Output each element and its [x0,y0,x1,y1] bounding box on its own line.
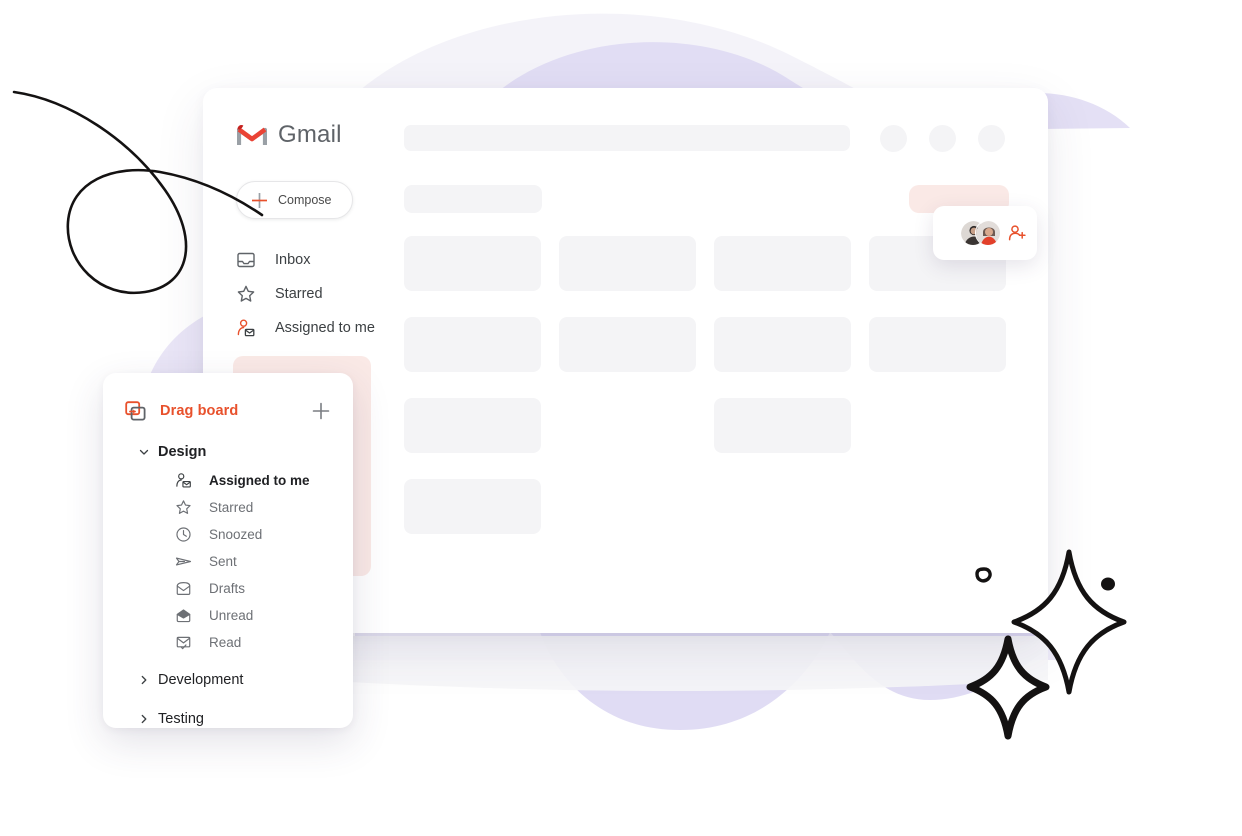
card-placeholder [404,317,541,372]
gmail-m-logo-icon [237,124,267,145]
hand-drawn-sparkle-icon [966,635,1050,740]
card-placeholder [869,317,1006,372]
item-label: Drafts [209,581,246,596]
search-bar-placeholder [404,125,850,151]
drag-board-group-development[interactable]: Development [103,665,353,695]
illustration-canvas: Gmail Compose Inbox Starred Assigned to … [0,0,1242,836]
drag-board-item-sent[interactable]: Sent [103,548,353,575]
card-placeholder [404,236,541,291]
person-envelope-icon [237,319,255,337]
drag-board-item-starred[interactable]: Starred [103,494,353,521]
toolbar-icon-placeholder [880,125,907,152]
toolbar-icon-placeholder [929,125,956,152]
sidebar-item-label: Assigned to me [275,320,375,336]
compose-label: Compose [278,193,332,207]
card-placeholder [404,398,541,453]
item-label: Starred [209,500,254,515]
compose-button[interactable]: Compose [236,181,353,219]
sidebar-item-label: Starred [275,286,323,302]
drag-board-item-read[interactable]: Read [103,629,353,656]
avatar-placeholder [978,125,1005,152]
unread-envelope-icon [176,609,191,623]
drag-board-group-design[interactable]: Design [103,437,353,467]
drag-board-copy-icon [125,400,146,420]
group-label: Testing [158,711,204,727]
item-label: Sent [209,554,237,569]
drag-board-panel: Drag board Design Assigned to me Starred… [103,373,353,728]
chevron-right-icon [141,714,147,724]
item-label: Read [209,635,242,650]
card-placeholder [714,236,851,291]
card-placeholder [714,317,851,372]
drag-board-header: Drag board [103,399,353,423]
collaborators-popup [933,206,1037,260]
brand: Gmail [237,121,342,149]
plus-icon [252,192,267,208]
send-icon [175,557,192,566]
chevron-right-icon [141,675,147,685]
card-placeholder [714,398,851,453]
item-label: Unread [209,608,254,623]
group-label: Design [158,444,207,460]
star-icon [176,500,191,514]
hand-drawn-filled-dot [1101,577,1115,591]
drag-board-item-drafts[interactable]: Drafts [103,575,353,602]
brand-name: Gmail [278,121,342,148]
filter-chip-placeholder [404,185,542,213]
clock-icon [176,527,191,542]
avatar-stack [960,220,1001,246]
star-icon [237,285,255,302]
collaborator-avatar-2[interactable] [975,220,1001,246]
card-placeholder [559,236,696,291]
drag-board-item-assigned-to-me[interactable]: Assigned to me [103,467,353,494]
item-label: Assigned to me [209,473,310,488]
chevron-down-icon [139,449,149,455]
drag-board-group-testing[interactable]: Testing [103,704,353,734]
drag-board-item-snoozed[interactable]: Snoozed [103,521,353,548]
card-placeholder [559,317,696,372]
card-placeholder [404,479,541,534]
drag-board-title: Drag board [160,403,239,419]
add-person-icon[interactable] [1007,223,1027,243]
drag-board-item-unread[interactable]: Unread [103,602,353,629]
person-envelope-icon [176,473,191,488]
item-label: Snoozed [209,527,263,542]
group-label: Development [158,672,244,688]
add-board-button[interactable] [311,401,331,421]
sidebar-item-label: Inbox [275,252,311,268]
draft-envelope-icon [176,582,191,595]
inbox-icon [237,252,255,268]
read-envelope-check-icon [176,636,191,650]
